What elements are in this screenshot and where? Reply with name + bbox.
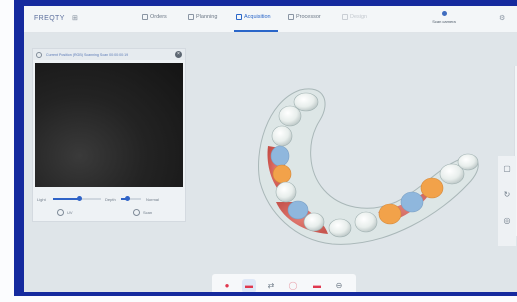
tooth-highlight-orange bbox=[272, 164, 292, 184]
uv-icon bbox=[57, 209, 64, 216]
tooth-highlight-orange bbox=[378, 203, 402, 225]
erase-button[interactable]: ▬ bbox=[310, 279, 324, 292]
tab-design-label: Design bbox=[350, 14, 368, 20]
erase-icon: ▬ bbox=[313, 281, 321, 290]
mode-label: Normal bbox=[146, 196, 159, 202]
reset-icon: ⊖ bbox=[335, 281, 343, 290]
camera-feed bbox=[35, 63, 183, 187]
hamburger-icon[interactable]: ⊞ bbox=[72, 14, 78, 22]
tooth bbox=[354, 211, 378, 233]
tab-planning-label: Planning bbox=[196, 14, 218, 20]
uv-button[interactable]: UV bbox=[57, 209, 73, 216]
switch-icon: ⇄ bbox=[267, 281, 275, 290]
scan-button[interactable]: Scan bbox=[133, 209, 152, 216]
top-navigation-bar: FREQTY ⊞ Orders Planning Acquisition Pro… bbox=[24, 6, 517, 33]
scanner-app-window: FREQTY ⊞ Orders Planning Acquisition Pro… bbox=[24, 6, 517, 292]
switch-button[interactable]: ⇄ bbox=[264, 279, 278, 292]
tooth bbox=[275, 181, 297, 203]
tab-planning[interactable]: Planning bbox=[188, 14, 217, 20]
scan-toggle-button[interactable]: ▬ bbox=[242, 279, 256, 292]
design-icon bbox=[342, 14, 348, 20]
tooth-highlight-orange bbox=[420, 177, 444, 199]
active-tab-indicator bbox=[234, 30, 278, 32]
light-slider-handle[interactable] bbox=[76, 196, 82, 201]
target-icon[interactable]: ◎ bbox=[502, 216, 512, 226]
reset-button[interactable]: ⊖ bbox=[332, 279, 346, 292]
acquisition-icon bbox=[236, 14, 242, 20]
processor-icon bbox=[288, 14, 294, 20]
tab-orders-label: Orders bbox=[150, 14, 167, 20]
tooth-highlight-blue bbox=[400, 191, 424, 213]
planning-icon bbox=[188, 14, 194, 20]
dental-arch-3d-model[interactable] bbox=[228, 62, 493, 252]
pause-icon: ◯ bbox=[288, 281, 298, 290]
scan-icon: ▬ bbox=[245, 281, 253, 290]
scan-icon bbox=[133, 209, 140, 216]
close-icon[interactable]: × bbox=[175, 51, 182, 58]
record-icon: ● bbox=[224, 281, 230, 290]
tooth bbox=[457, 153, 479, 171]
depth-label: Depth bbox=[105, 196, 116, 202]
scan-camera-label: Scan camera bbox=[432, 19, 456, 24]
tooth bbox=[278, 105, 302, 127]
gear-icon[interactable]: ⚙ bbox=[499, 14, 505, 22]
scan-button-label: Scan bbox=[143, 210, 153, 215]
view-icon[interactable]: ▢ bbox=[502, 164, 512, 174]
depth-slider[interactable] bbox=[121, 196, 141, 201]
tooth bbox=[328, 218, 352, 238]
record-button[interactable]: ● bbox=[220, 279, 234, 292]
light-slider[interactable] bbox=[53, 196, 101, 201]
tab-acquisition-label: Acquisition bbox=[244, 14, 271, 20]
light-depth-controls: Light Depth Normal bbox=[37, 195, 181, 203]
camera-icon bbox=[441, 11, 447, 16]
tooth bbox=[293, 92, 319, 112]
light-slider-fill bbox=[53, 198, 80, 200]
tab-orders[interactable]: Orders bbox=[142, 14, 167, 20]
app-logo: FREQTY bbox=[34, 15, 65, 22]
depth-slider-handle[interactable] bbox=[124, 196, 130, 201]
tooth-highlight-blue bbox=[270, 145, 290, 167]
panel-title: Current Position (RGB) Scanning Scan 00:… bbox=[46, 52, 129, 57]
scan-camera-button[interactable]: Scan camera bbox=[424, 11, 464, 24]
uv-button-label: UV bbox=[67, 210, 73, 215]
view-tools-rail: ▢ ↻ ◎ bbox=[498, 156, 516, 246]
rotate-icon[interactable]: ↻ bbox=[502, 190, 512, 200]
tooth-highlight-blue bbox=[287, 200, 309, 220]
tab-design: Design bbox=[342, 14, 367, 20]
tooth bbox=[303, 212, 325, 232]
orders-icon bbox=[142, 14, 148, 20]
pause-button[interactable]: ◯ bbox=[286, 279, 300, 292]
tab-processor-label: Processor bbox=[296, 14, 321, 20]
tab-processor[interactable]: Processor bbox=[288, 14, 321, 20]
camera-preview-panel: Current Position (RGB) Scanning Scan 00:… bbox=[32, 48, 186, 222]
scan-toolbar: ● ▬ ⇄ ◯ ▬ ⊖ bbox=[212, 274, 356, 292]
panel-header: Current Position (RGB) Scanning Scan 00:… bbox=[33, 49, 185, 60]
light-label: Light bbox=[37, 196, 46, 202]
tooth bbox=[271, 125, 293, 147]
camera-icon bbox=[36, 51, 42, 58]
tab-acquisition[interactable]: Acquisition bbox=[236, 14, 271, 20]
